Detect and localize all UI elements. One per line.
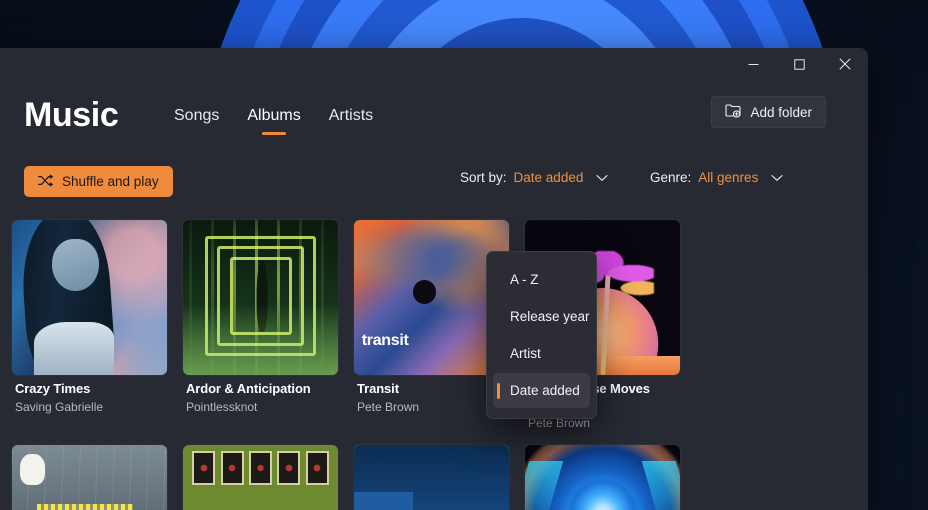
album-card[interactable] bbox=[354, 445, 509, 510]
album-card[interactable] bbox=[183, 445, 338, 510]
album-card[interactable]: Ardor & Anticipation Pointlessknot bbox=[183, 220, 338, 431]
album-art bbox=[183, 220, 338, 375]
shuffle-and-play-label: Shuffle and play bbox=[62, 174, 159, 189]
add-folder-label: Add folder bbox=[750, 104, 812, 120]
genre-value: All genres bbox=[698, 170, 759, 185]
chevron-down-icon[interactable] bbox=[771, 174, 783, 182]
album-card[interactable] bbox=[525, 445, 680, 510]
sort-menu-item-artist[interactable]: Artist bbox=[493, 336, 590, 371]
sort-menu-item-a-z[interactable]: A - Z bbox=[493, 262, 590, 297]
sort-by-control[interactable]: Sort by: Date added bbox=[460, 170, 608, 185]
album-art bbox=[183, 445, 338, 510]
sort-by-value: Date added bbox=[513, 170, 584, 185]
tab-artists[interactable]: Artists bbox=[315, 104, 387, 137]
music-app-window: Music Songs Albums Artists Add folder Sh… bbox=[0, 48, 868, 510]
album-art bbox=[12, 445, 167, 510]
minimize-button[interactable] bbox=[730, 48, 776, 80]
window-titlebar bbox=[0, 48, 868, 88]
sort-menu-item-label: Release year bbox=[510, 309, 590, 324]
nav-tabs: Songs Albums Artists bbox=[160, 104, 387, 137]
sort-menu-item-label: Date added bbox=[510, 383, 580, 398]
album-grid: Crazy Times Saving Gabrielle Ardor & Ant… bbox=[12, 220, 728, 510]
tab-songs-label: Songs bbox=[174, 107, 220, 124]
album-card[interactable] bbox=[12, 445, 167, 510]
album-artist: Saving Gabrielle bbox=[15, 399, 104, 414]
close-button[interactable] bbox=[822, 48, 868, 80]
genre-label: Genre: bbox=[650, 170, 692, 185]
page-title: Music bbox=[24, 96, 119, 134]
sort-menu-item-label: Artist bbox=[510, 346, 541, 361]
folder-add-icon bbox=[725, 103, 742, 121]
sort-by-dropdown-menu[interactable]: A - Z Release year Artist Date added bbox=[486, 251, 597, 419]
tab-artists-label: Artists bbox=[328, 107, 374, 124]
album-art-wordmark: transit bbox=[361, 332, 409, 350]
genre-control[interactable]: Genre: All genres bbox=[650, 170, 783, 185]
sort-by-label: Sort by: bbox=[460, 170, 507, 185]
sort-menu-item-label: A - Z bbox=[510, 272, 539, 287]
album-title: Transit bbox=[357, 381, 399, 396]
album-art bbox=[354, 445, 509, 510]
tab-albums[interactable]: Albums bbox=[233, 104, 314, 137]
album-artist: Pointlessknot bbox=[186, 399, 258, 414]
album-card[interactable]: Crazy Times Saving Gabrielle bbox=[12, 220, 167, 431]
add-folder-button[interactable]: Add folder bbox=[711, 96, 826, 128]
album-title: Crazy Times bbox=[15, 381, 91, 396]
sort-menu-item-date-added[interactable]: Date added bbox=[493, 373, 590, 408]
maximize-button[interactable] bbox=[776, 48, 822, 80]
album-art bbox=[525, 445, 680, 510]
chevron-down-icon[interactable] bbox=[596, 174, 608, 182]
active-tab-indicator bbox=[262, 132, 287, 136]
shuffle-and-play-button[interactable]: Shuffle and play bbox=[24, 166, 173, 197]
album-art bbox=[12, 220, 167, 375]
shuffle-icon bbox=[38, 174, 54, 190]
tab-albums-label: Albums bbox=[247, 107, 301, 124]
album-title: Ardor & Anticipation bbox=[186, 381, 311, 396]
sort-menu-item-release-year[interactable]: Release year bbox=[493, 299, 590, 334]
album-artist: Pete Brown bbox=[357, 399, 420, 414]
tab-songs[interactable]: Songs bbox=[160, 104, 233, 137]
